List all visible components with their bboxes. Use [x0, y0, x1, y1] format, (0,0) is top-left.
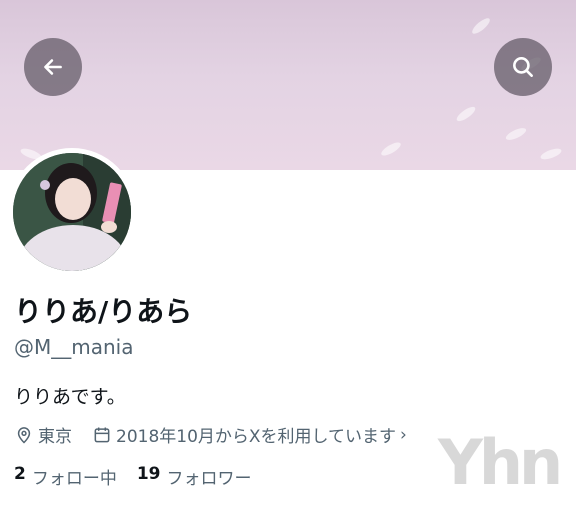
banner-pattern [470, 15, 492, 37]
avatar-border[interactable] [8, 148, 136, 276]
location-label: 東京 [38, 427, 72, 447]
profile-meta: 東京 2018年10月からXを利用しています › [14, 422, 407, 447]
arrow-left-icon [44, 59, 62, 75]
follow-stats: 2 フォロー中 19 フォロワー [14, 464, 252, 489]
display-name: りりあ/りあら [14, 295, 193, 328]
profile-banner[interactable] [0, 0, 576, 170]
following-count: 2 [14, 464, 26, 484]
banner-pattern [504, 125, 528, 143]
user-handle: @M__mania [14, 335, 134, 359]
watermark-logo: Yhn [438, 426, 563, 499]
banner-pattern [454, 104, 478, 124]
avatar-image [13, 153, 131, 271]
followers-label: フォロワー [166, 469, 252, 489]
chevron-right-icon: › [400, 424, 407, 445]
followers-link[interactable]: 19 フォロワー [137, 464, 252, 489]
avatar[interactable] [13, 153, 131, 271]
calendar-icon [94, 427, 110, 442]
banner-pattern [379, 140, 403, 158]
following-link[interactable]: 2 フォロー中 [14, 464, 117, 489]
search-icon [513, 57, 533, 77]
search-button[interactable] [494, 38, 552, 96]
banner-pattern [539, 146, 563, 162]
following-label: フォロー中 [31, 469, 117, 489]
back-button[interactable] [24, 38, 82, 96]
followers-count: 19 [136, 464, 161, 484]
location: 東京 [14, 422, 72, 447]
join-date: 2018年10月からXを利用しています › [92, 422, 407, 447]
location-pin-icon [17, 426, 31, 444]
bio: りりあです。 [14, 386, 126, 408]
join-date-label: 2018年10月からXを利用しています [116, 427, 397, 447]
